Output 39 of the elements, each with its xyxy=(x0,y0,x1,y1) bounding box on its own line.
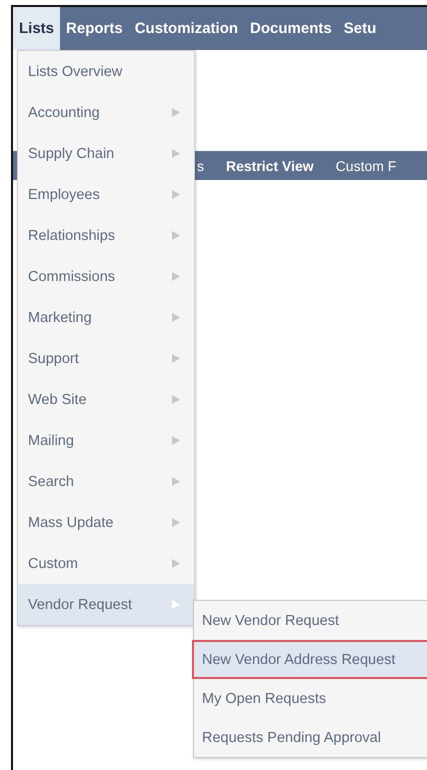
menu-item[interactable]: Mailing xyxy=(18,420,194,461)
triangle-icon xyxy=(172,395,180,404)
menu-item[interactable]: Supply Chain xyxy=(18,133,194,174)
menu-item[interactable]: Lists Overview xyxy=(18,51,194,92)
menu-item[interactable]: Support xyxy=(18,338,194,379)
nav-tab[interactable]: Customization xyxy=(128,7,244,50)
nav-tab[interactable]: Documents xyxy=(244,7,338,50)
menu-item[interactable]: Accounting xyxy=(18,92,194,133)
toolbar-link[interactable]: Custom F xyxy=(336,158,396,174)
submenu-item[interactable]: My Open Requests xyxy=(192,679,427,718)
nav-tab[interactable]: Lists xyxy=(13,7,60,50)
toolbar-link[interactable]: Restrict View xyxy=(226,158,314,174)
triangle-icon xyxy=(172,436,180,445)
submenu-item[interactable]: New Vendor Address Request xyxy=(192,640,427,679)
submenu-item[interactable]: New Vendor Request xyxy=(192,601,427,640)
toolbar-link[interactable]: s xyxy=(197,158,204,174)
triangle-icon xyxy=(172,313,180,322)
triangle-icon xyxy=(172,231,180,240)
triangle-icon xyxy=(172,149,180,158)
triangle-icon xyxy=(172,354,180,363)
menu-item[interactable]: Employees xyxy=(18,174,194,215)
menu-item[interactable]: Marketing xyxy=(18,297,194,338)
menu-item[interactable]: Commissions xyxy=(18,256,194,297)
triangle-icon xyxy=(172,272,180,281)
triangle-icon xyxy=(172,108,180,117)
menu-item[interactable]: Web Site xyxy=(18,379,194,420)
triangle-icon xyxy=(172,190,180,199)
triangle-icon xyxy=(172,600,180,609)
triangle-icon xyxy=(172,518,180,527)
menu-item[interactable]: Mass Update xyxy=(18,502,194,543)
triangle-icon xyxy=(172,559,180,568)
menu-item[interactable]: Relationships xyxy=(18,215,194,256)
nav-tab[interactable]: Reports xyxy=(60,7,129,50)
menu-item[interactable]: Search xyxy=(18,461,194,502)
nav-tab[interactable]: Setu xyxy=(338,7,382,50)
menu-item[interactable]: Vendor Request xyxy=(18,584,194,625)
submenu-item[interactable]: Requests Pending Approval xyxy=(192,718,427,757)
menu-item[interactable]: Custom xyxy=(18,543,194,584)
triangle-icon xyxy=(172,477,180,486)
